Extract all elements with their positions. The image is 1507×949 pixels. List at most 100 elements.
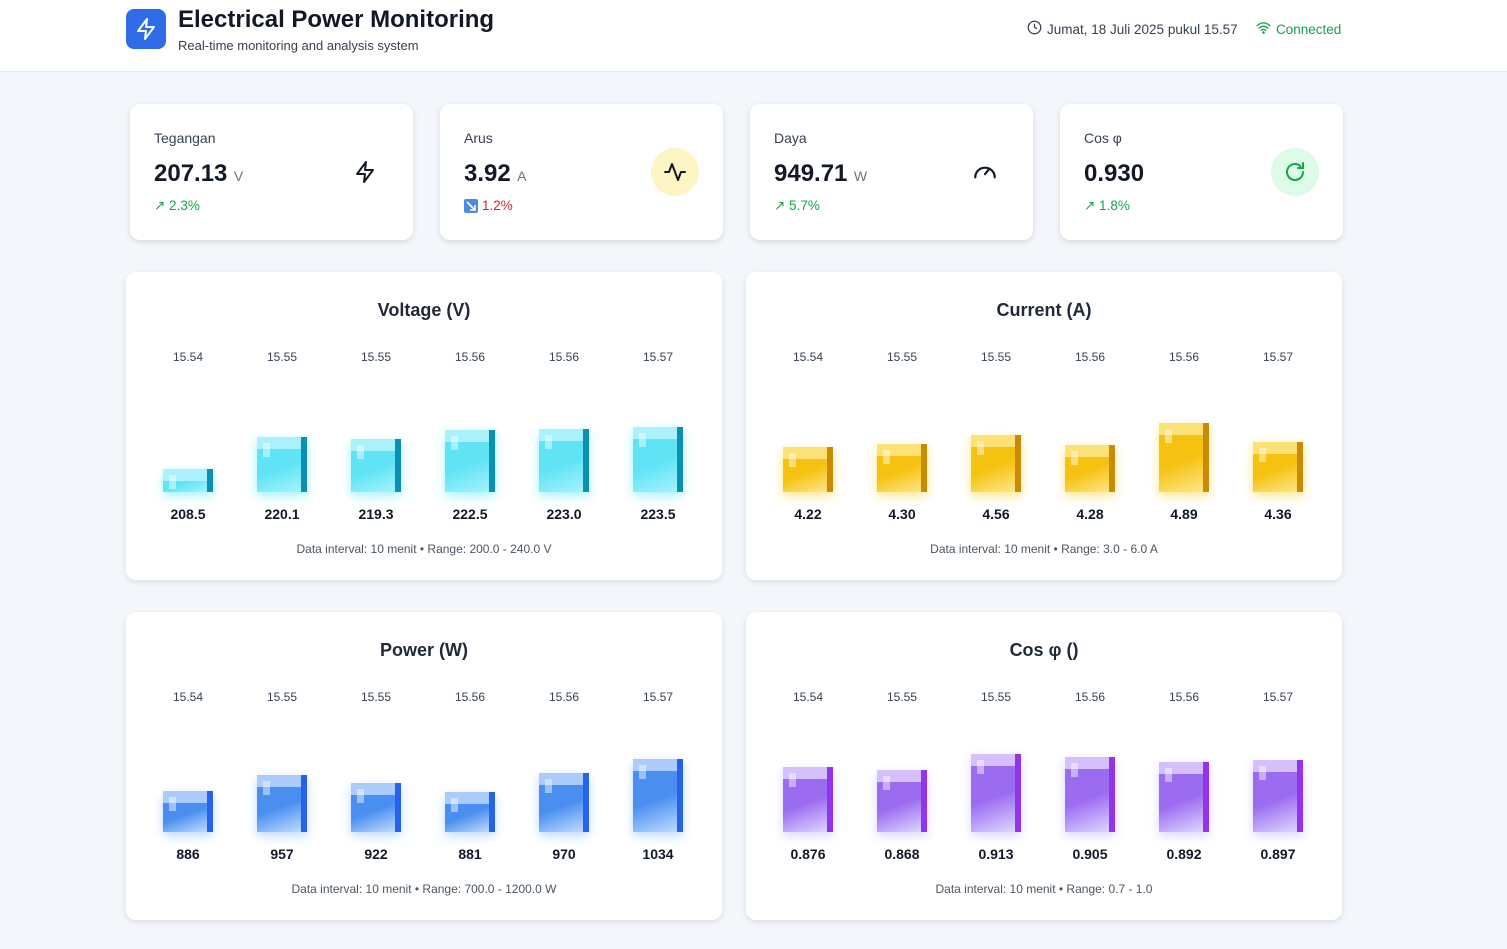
data-label: 220.1	[264, 506, 300, 522]
stat-value: 949.71	[774, 160, 848, 187]
x-tick-label: 15.56	[1168, 690, 1200, 704]
bar[interactable]	[257, 437, 307, 492]
x-tick-label: 15.55	[980, 690, 1012, 704]
x-tick-label: 15.55	[886, 690, 918, 704]
chart-footer: Data interval: 10 menit • Range: 3.0 - 6…	[930, 542, 1158, 556]
bar[interactable]	[539, 773, 589, 832]
data-label: 0.897	[1260, 846, 1296, 862]
bar[interactable]	[783, 767, 833, 832]
x-tick-label: 15.56	[1074, 350, 1106, 364]
stat-unit: V	[233, 168, 244, 184]
x-tick-label: 15.56	[454, 350, 486, 364]
wifi-icon	[1256, 20, 1271, 38]
stat-value: 0.930	[1084, 160, 1145, 187]
x-tick-label: 15.57	[1262, 350, 1294, 364]
chart-column: 15.55 4.56	[956, 272, 1036, 532]
bar[interactable]	[351, 439, 401, 492]
x-tick-label: 15.54	[172, 690, 204, 704]
x-tick-label: 15.56	[548, 350, 580, 364]
bar[interactable]	[539, 429, 589, 492]
chart-column: 15.56 4.28	[1050, 272, 1130, 532]
power-chart: Power (W) 15.54 886 15.55 957 15.55 922 15.56 8…	[126, 612, 722, 920]
stat-label: Arus	[464, 130, 493, 146]
bar[interactable]	[445, 792, 495, 832]
x-tick-label: 15.55	[980, 350, 1012, 364]
stat-label: Cos φ	[1084, 130, 1122, 146]
bar[interactable]	[257, 775, 307, 832]
app-subtitle: Real-time monitoring and analysis system	[178, 38, 419, 53]
bar[interactable]	[783, 447, 833, 492]
bar[interactable]	[1253, 442, 1303, 492]
datetime-text: Jumat, 18 Juli 2025 pukul 15.57	[1047, 21, 1238, 37]
stat-trend: ↗ 1.8%	[1084, 198, 1130, 213]
data-label: 922	[364, 846, 388, 862]
chart-column: 15.54 0.876	[768, 612, 848, 872]
data-label: 4.22	[794, 506, 822, 522]
x-tick-label: 15.56	[454, 690, 486, 704]
trend-down-icon	[464, 198, 478, 213]
app-header: Electrical Power Monitoring Real-time mo…	[0, 0, 1507, 72]
x-tick-label: 15.54	[792, 350, 824, 364]
data-label: 222.5	[452, 506, 488, 522]
x-tick-label: 15.57	[642, 350, 674, 364]
bar[interactable]	[877, 444, 927, 492]
stat-card-arus: Arus 3.92 A 1.2%	[440, 104, 723, 240]
x-tick-label: 15.55	[360, 350, 392, 364]
data-label: 970	[552, 846, 576, 862]
stat-card-daya: Daya 949.71 W ↗ 5.7%	[750, 104, 1033, 240]
data-label: 0.876	[790, 846, 826, 862]
bar[interactable]	[1065, 445, 1115, 492]
refresh-icon	[1271, 148, 1319, 196]
x-tick-label: 15.54	[172, 350, 204, 364]
chart-column: 15.56 4.89	[1144, 272, 1224, 532]
data-label: 4.89	[1170, 506, 1198, 522]
bar[interactable]	[1159, 423, 1209, 492]
datetime-display: Jumat, 18 Juli 2025 pukul 15.57	[1027, 20, 1238, 38]
stat-label: Tegangan	[154, 130, 216, 146]
x-tick-label: 15.55	[886, 350, 918, 364]
chart-column: 15.55 922	[336, 612, 416, 872]
bar[interactable]	[163, 469, 213, 492]
x-tick-label: 15.55	[360, 690, 392, 704]
x-tick-label: 15.57	[642, 690, 674, 704]
chart-column: 15.56 223.0	[524, 272, 604, 532]
bar[interactable]	[351, 783, 401, 832]
stat-card-cos-phi: Cos φ 0.930 ↗ 1.8%	[1060, 104, 1343, 240]
stat-trend: 1.2%	[464, 198, 513, 213]
chart-column: 15.55 220.1	[242, 272, 322, 532]
bar[interactable]	[971, 435, 1021, 492]
current-chart: Current (A) 15.54 4.22 15.55 4.30 15.55 4.56 1…	[746, 272, 1342, 580]
chart-column: 15.55 0.913	[956, 612, 1036, 872]
data-label: 4.30	[888, 506, 916, 522]
chart-column: 15.54 208.5	[148, 272, 228, 532]
bar[interactable]	[1065, 757, 1115, 832]
bar[interactable]	[445, 430, 495, 492]
stat-trend: ↗ 5.7%	[774, 198, 820, 213]
chart-column: 15.55 4.30	[862, 272, 942, 532]
chart-column: 15.54 886	[148, 612, 228, 872]
stat-trend: ↗ 2.3%	[154, 198, 200, 213]
bar[interactable]	[971, 754, 1021, 832]
bar[interactable]	[1253, 760, 1303, 832]
chart-column: 15.56 881	[430, 612, 510, 872]
bar[interactable]	[633, 427, 683, 492]
bar[interactable]	[163, 791, 213, 832]
stat-value: 207.13	[154, 160, 228, 187]
stat-label: Daya	[774, 130, 807, 146]
stat-unit: A	[517, 168, 527, 184]
x-tick-label: 15.56	[1168, 350, 1200, 364]
data-label: 4.28	[1076, 506, 1104, 522]
lightning-icon	[341, 148, 389, 196]
gauge-icon	[961, 148, 1009, 196]
chart-footer: Data interval: 10 menit • Range: 200.0 -…	[296, 542, 552, 556]
data-label: 0.913	[978, 846, 1014, 862]
bar[interactable]	[1159, 762, 1209, 832]
bar[interactable]	[633, 759, 683, 832]
stat-value: 3.92	[464, 160, 511, 187]
data-label: 0.905	[1072, 846, 1108, 862]
chart-column: 15.54 4.22	[768, 272, 848, 532]
x-tick-label: 15.56	[548, 690, 580, 704]
x-tick-label: 15.56	[1074, 690, 1106, 704]
bar[interactable]	[877, 770, 927, 832]
chart-column: 15.55 0.868	[862, 612, 942, 872]
